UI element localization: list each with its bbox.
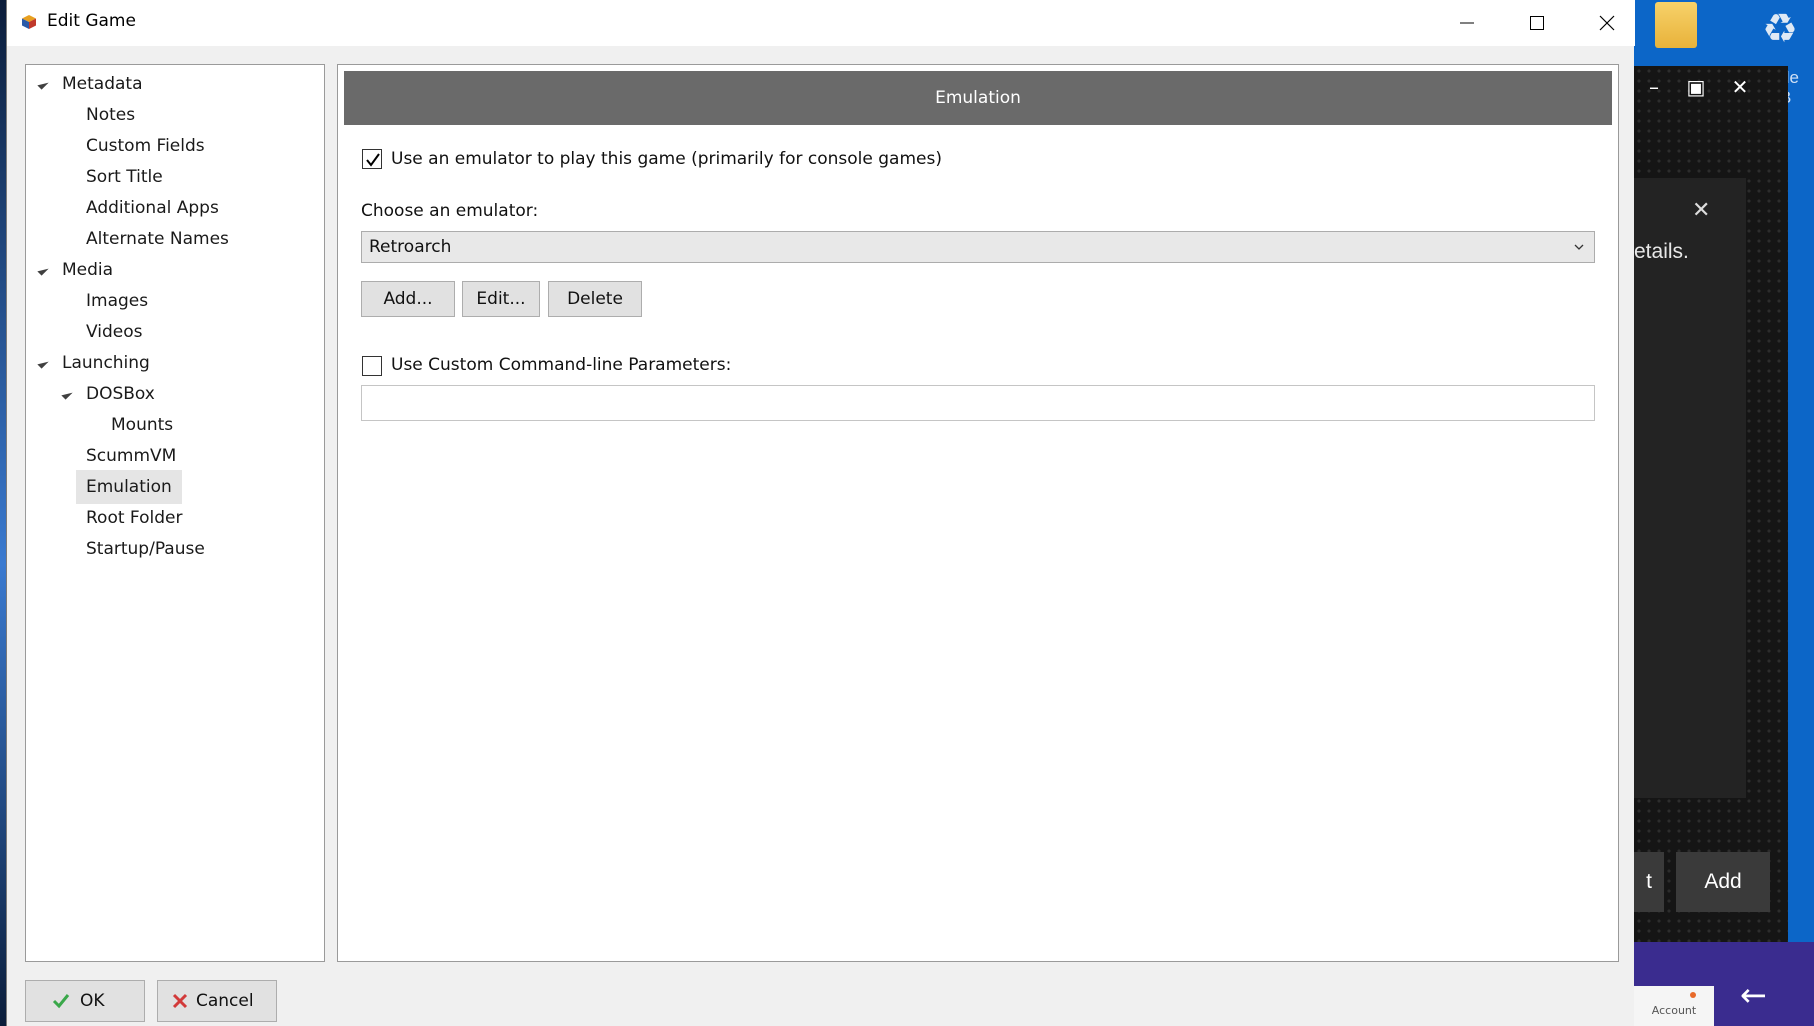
custom-params-label[interactable]: Use Custom Command-line Parameters:	[391, 355, 731, 375]
maximize-icon[interactable]: ▣	[1676, 74, 1716, 100]
back-arrow-icon[interactable]: ←	[1740, 976, 1767, 1014]
tree-item-metadata[interactable]: Metadata	[52, 67, 153, 101]
ok-label: OK	[80, 991, 105, 1011]
x-icon	[172, 993, 188, 1009]
tree-item-label: Root Folder	[86, 508, 183, 528]
tree-item-label: Media	[62, 260, 114, 280]
custom-params-input[interactable]	[361, 385, 1595, 421]
minimize-icon[interactable]: –	[1634, 74, 1674, 100]
close-icon[interactable]: ✕	[1692, 198, 1710, 223]
tree-item-videos[interactable]: Videos	[76, 315, 153, 349]
tree-item-dosbox[interactable]: DOSBox	[76, 377, 165, 411]
tree-item-label: Images	[86, 291, 149, 311]
expand-caret-icon[interactable]	[61, 388, 73, 400]
recycle-bin-icon[interactable]: ♻	[1760, 0, 1800, 58]
background-partial-button[interactable]: t	[1634, 852, 1664, 912]
tree-item-root-folder[interactable]: Root Folder	[76, 501, 192, 535]
close-button[interactable]	[1572, 0, 1642, 46]
tree-item-startup-pause[interactable]: Startup/Pause	[76, 532, 215, 566]
close-icon[interactable]: ✕	[1720, 74, 1760, 100]
use-emulator-checkbox[interactable]	[362, 149, 382, 169]
background-window-controls: – ▣ ✕	[1634, 74, 1788, 100]
minimize-icon	[1460, 22, 1474, 24]
add-emulator-button[interactable]: Add...	[361, 281, 455, 317]
tree-item-label: Sort Title	[86, 167, 163, 187]
checkmark-icon	[366, 153, 380, 167]
folder-icon[interactable]	[1655, 2, 1697, 48]
edit-emulator-button[interactable]: Edit...	[462, 281, 540, 317]
app-cube-icon	[22, 15, 36, 29]
ok-button[interactable]: OK	[25, 980, 145, 1022]
tree-item-alternate-names[interactable]: Alternate Names	[76, 222, 239, 256]
tree-item-launching[interactable]: Launching	[52, 346, 160, 380]
account-button[interactable]: Account	[1634, 986, 1714, 1026]
tree-item-label: Videos	[86, 322, 143, 342]
tree-item-notes[interactable]: Notes	[76, 98, 145, 132]
background-dialog-text: etails.	[1634, 240, 1689, 263]
tree-item-label: Additional Apps	[86, 198, 219, 218]
tree-item-additional-apps[interactable]: Additional Apps	[76, 191, 229, 225]
tree-item-label: Startup/Pause	[86, 539, 205, 559]
emulation-settings-panel: Emulation Use an emulator to play this g…	[337, 64, 1619, 962]
tree-item-label: Metadata	[62, 74, 143, 94]
choose-emulator-label: Choose an emulator:	[361, 201, 539, 221]
background-dialog-panel: ✕ etails.	[1634, 178, 1746, 798]
tree-item-label: Alternate Names	[86, 229, 229, 249]
section-title: Emulation	[344, 71, 1612, 125]
tree-item-label: ScummVM	[86, 446, 177, 466]
tree-item-scummvm[interactable]: ScummVM	[76, 439, 186, 473]
chevron-down-icon	[1574, 244, 1584, 250]
minimize-button[interactable]	[1432, 0, 1502, 46]
background-app-window: – ▣ ✕ ✕ etails. t Add	[1634, 66, 1788, 1026]
checkmark-icon	[52, 994, 70, 1009]
expand-caret-icon[interactable]	[37, 357, 49, 369]
edit-game-dialog: Edit Game Metadata Notes Custom Fields S…	[6, 0, 1635, 1026]
window-title: Edit Game	[47, 11, 136, 31]
emulator-select-value: Retroarch	[369, 237, 452, 257]
maximize-button[interactable]	[1502, 0, 1572, 46]
delete-emulator-button[interactable]: Delete	[548, 281, 642, 317]
tree-item-label: DOSBox	[86, 384, 155, 404]
tree-item-emulation[interactable]: Emulation	[76, 470, 182, 504]
category-tree: Metadata Notes Custom Fields Sort Title …	[25, 64, 325, 962]
use-emulator-label[interactable]: Use an emulator to play this game (prima…	[391, 149, 942, 169]
account-label: Account	[1651, 1004, 1697, 1017]
cancel-label: Cancel	[196, 991, 254, 1011]
tree-item-sort-title[interactable]: Sort Title	[76, 160, 173, 194]
tree-item-label: Mounts	[111, 415, 174, 435]
tree-item-media[interactable]: Media	[52, 253, 123, 287]
custom-params-checkbox[interactable]	[362, 356, 382, 376]
tree-item-label: Emulation	[76, 470, 182, 504]
expand-caret-icon[interactable]	[37, 78, 49, 90]
notification-dot	[1690, 992, 1696, 998]
expand-caret-icon[interactable]	[37, 264, 49, 276]
maximize-icon	[1530, 16, 1544, 30]
tree-item-label: Notes	[86, 105, 136, 125]
emulator-select[interactable]: Retroarch	[361, 231, 1595, 263]
background-add-button[interactable]: Add	[1676, 852, 1770, 912]
tree-item-custom-fields[interactable]: Custom Fields	[76, 129, 215, 163]
tree-item-label: Launching	[62, 353, 150, 373]
title-bar[interactable]: Edit Game	[7, 0, 1635, 46]
tree-item-images[interactable]: Images	[76, 284, 158, 318]
tree-item-label: Custom Fields	[86, 136, 205, 156]
cancel-button[interactable]: Cancel	[157, 980, 277, 1022]
tree-item-mounts[interactable]: Mounts	[101, 408, 183, 442]
close-icon	[1599, 15, 1615, 31]
